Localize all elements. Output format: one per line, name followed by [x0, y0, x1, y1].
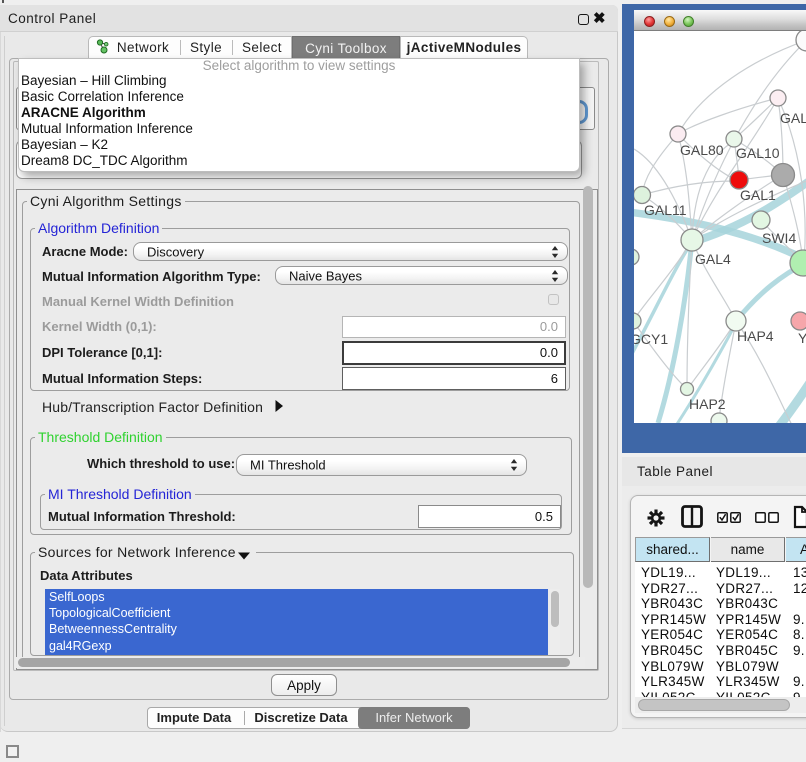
- svg-text:GAL80: GAL80: [680, 142, 724, 158]
- svg-text:HAP2: HAP2: [689, 396, 726, 412]
- svg-text:GAL1: GAL1: [740, 187, 776, 203]
- svg-text:HAP4: HAP4: [737, 328, 774, 344]
- svg-text:GAL7: GAL7: [780, 110, 806, 126]
- svg-text:Y: Y: [798, 330, 806, 346]
- svg-text:GCY1: GCY1: [634, 331, 668, 347]
- svg-text:GAL4: GAL4: [695, 251, 731, 267]
- svg-text:GAL10: GAL10: [736, 145, 780, 161]
- svg-text:SWI4: SWI4: [762, 230, 796, 246]
- svg-text:GAL11: GAL11: [644, 202, 687, 218]
